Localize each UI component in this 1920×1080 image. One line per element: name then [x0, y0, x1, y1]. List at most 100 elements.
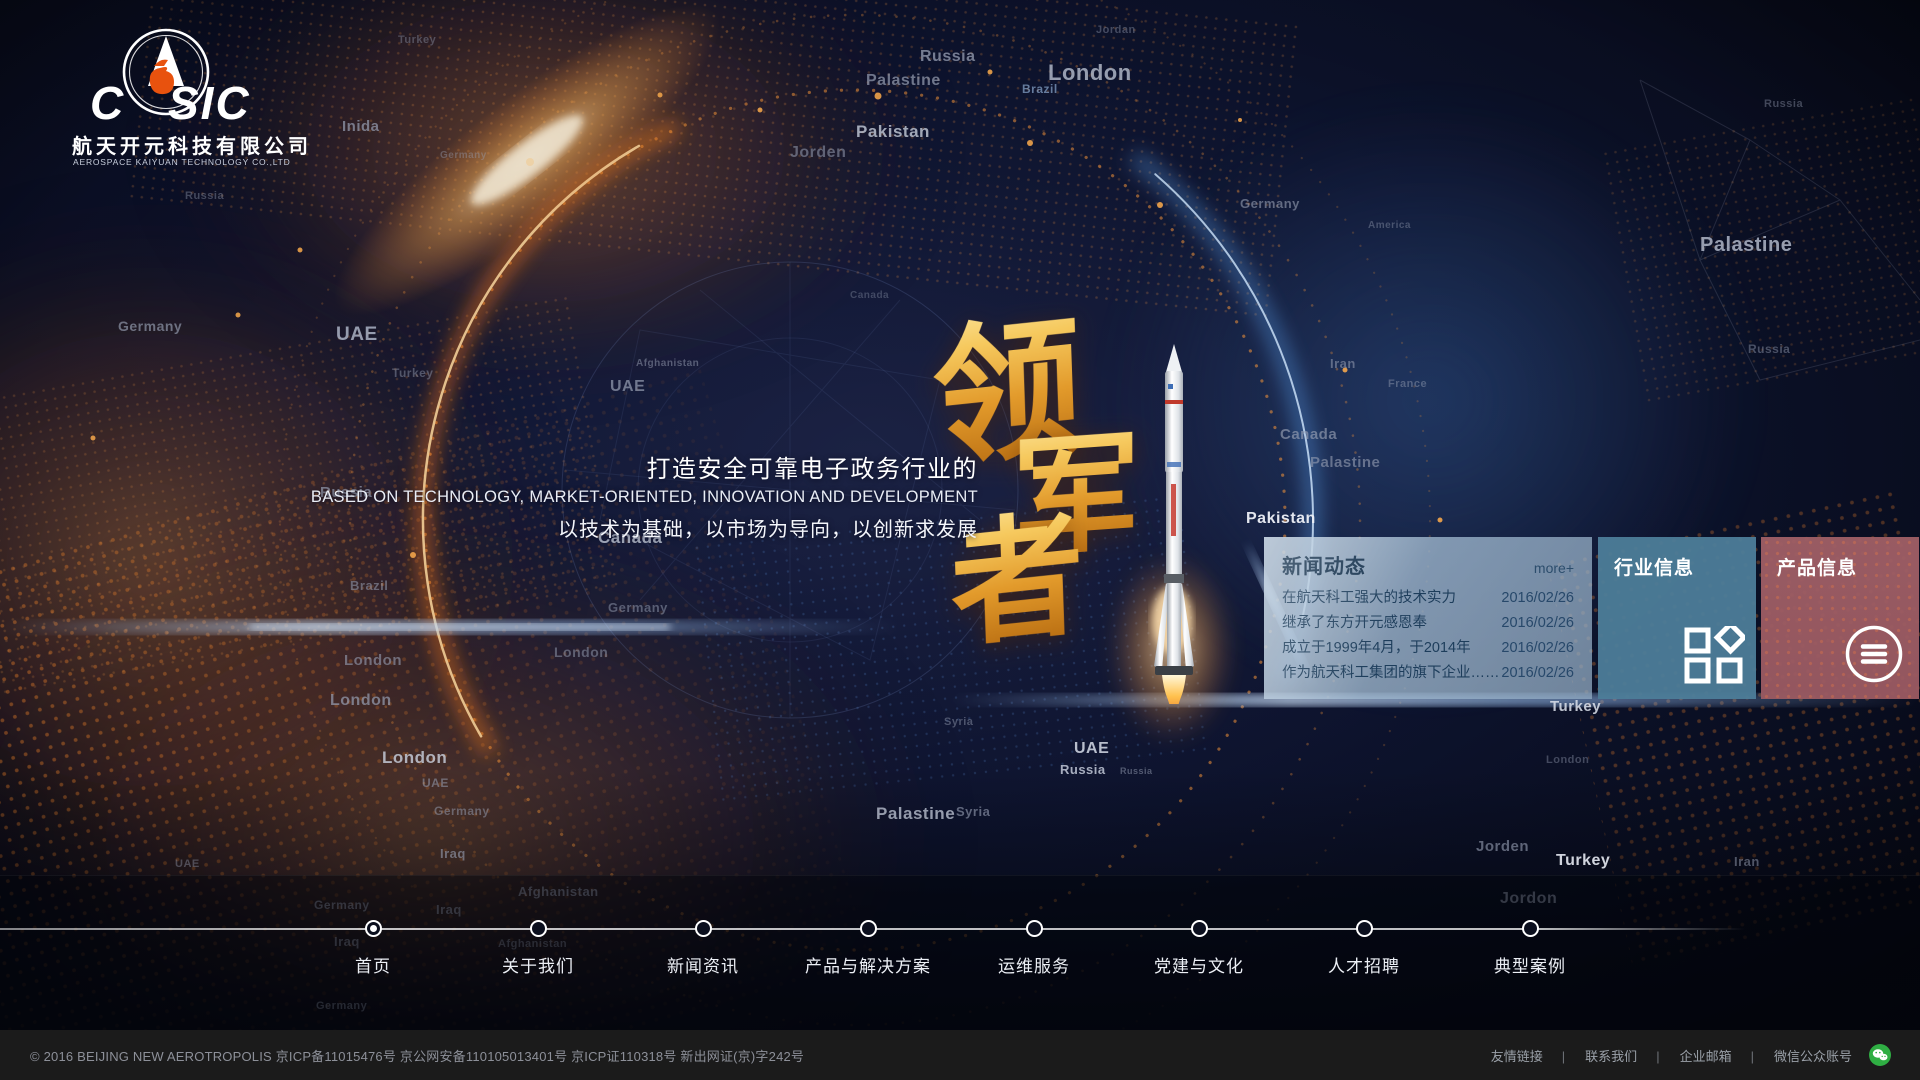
nav-item-label: 典型案例 [1494, 952, 1566, 977]
tagline-line3: 以技术为基础，以市场为导向，以创新求发展 [311, 513, 978, 542]
map-label: London [344, 652, 402, 669]
category-grid-icon [1683, 626, 1745, 686]
news-item-title: 作为航天科工集团的旗下企业…… [1282, 661, 1500, 686]
map-label: London [330, 692, 392, 710]
news-panel: 新闻动态 more+ 在航天科工强大的技术实力 2016/02/26 继承了东方… [1264, 537, 1592, 699]
news-item-date: 2016/02/26 [1501, 611, 1574, 636]
product-panel-title: 产品信息 [1777, 553, 1857, 580]
map-label: Syria [944, 716, 973, 728]
map-label: Russia [185, 190, 224, 202]
logo[interactable]: C SIC 航天开元科技有限公司 AEROSPACE KAIYUAN TECHN… [70, 18, 330, 178]
news-item-title: 继承了东方开元感恩奉 [1282, 611, 1427, 636]
nav-dot-icon[interactable] [1191, 920, 1208, 937]
nav-item-label: 关于我们 [502, 952, 574, 977]
map-label: UAE [422, 776, 449, 790]
nav-item[interactable]: 关于我们 [502, 920, 574, 977]
news-item[interactable]: 继承了东方开元感恩奉 2016/02/26 [1282, 611, 1574, 636]
nav-item-label: 首页 [355, 952, 391, 977]
map-label: Inida [342, 118, 380, 135]
hero-tagline: 打造安全可靠电子政务行业的 BASED ON TECHNOLOGY, MARKE… [311, 449, 978, 542]
tagline-line2: BASED ON TECHNOLOGY, MARKET-ORIENTED, IN… [311, 488, 978, 507]
map-label: Turkey [1556, 852, 1610, 870]
nav-dot-icon[interactable] [530, 920, 547, 937]
news-item[interactable]: 作为航天科工集团的旗下企业…… 2016/02/26 [1282, 661, 1574, 686]
copyright-text: © 2016 BEIJING NEW AEROTROPOLIS 京ICP备110… [30, 1046, 804, 1065]
map-label: Brazil [350, 578, 388, 593]
news-item[interactable]: 成立于1999年4月，于2014年 2016/02/26 [1282, 636, 1574, 661]
nav-item[interactable]: 党建与文化 [1154, 920, 1244, 977]
map-label: Germany [1240, 196, 1300, 211]
map-label: UAE [175, 858, 200, 870]
industry-panel[interactable]: 行业信息 [1598, 537, 1756, 699]
map-label: Germany [440, 150, 487, 161]
footer-link[interactable]: 联系我们 [1575, 1046, 1669, 1065]
nav-item-label: 产品与解决方案 [805, 952, 931, 977]
nav-item[interactable]: 新闻资讯 [667, 920, 739, 977]
news-panel-title: 新闻动态 [1282, 550, 1366, 579]
company-name-en: AEROSPACE KAIYUAN TECHNOLOGY CO.,LTD [73, 157, 291, 167]
nav-dot-icon[interactable] [1026, 920, 1043, 937]
footer-link[interactable]: 友情链接 [1481, 1046, 1575, 1065]
news-item-title: 成立于1999年4月，于2014年 [1282, 636, 1471, 661]
product-panel[interactable]: 产品信息 [1761, 537, 1919, 699]
map-label: Iran [1330, 356, 1356, 371]
map-label: Jordan [1096, 24, 1136, 36]
map-label: Pakistan [856, 122, 930, 142]
map-label: Germany [118, 318, 182, 334]
map-label: Palastine [1700, 234, 1792, 257]
footer-link[interactable]: 企业邮箱 [1670, 1046, 1764, 1065]
brand-letter-c: C [90, 76, 124, 130]
map-label: Russia [1060, 762, 1106, 777]
nav-item[interactable]: 首页 [355, 920, 391, 977]
bottom-navigation: 首页 关于我们 新闻资讯 产品与解决方案 [0, 875, 1920, 1030]
map-label: Russia [1120, 766, 1153, 776]
brand-letters-sic: SIC [168, 76, 251, 130]
page: Russia London Palastine Brazil Jordan Tu… [0, 0, 1920, 1080]
news-more-link[interactable]: more+ [1534, 560, 1574, 576]
map-label: America [1368, 220, 1411, 231]
map-label: London [554, 644, 608, 660]
wechat-icon[interactable] [1868, 1043, 1892, 1067]
map-label: Brazil [1022, 82, 1058, 96]
news-item-date: 2016/02/26 [1501, 586, 1574, 611]
map-label: Palastine [1310, 454, 1380, 471]
nav-dot-icon[interactable] [365, 920, 382, 937]
map-label: UAE [336, 324, 378, 346]
menu-circle-icon[interactable] [1844, 624, 1904, 684]
map-label: Turkey [1550, 698, 1601, 715]
company-name-cn: 航天开元科技有限公司 [72, 130, 312, 159]
news-list: 在航天科工强大的技术实力 2016/02/26 继承了东方开元感恩奉 2016/… [1282, 586, 1574, 686]
nav-item[interactable]: 人才招聘 [1328, 920, 1400, 977]
map-label: Jorden [790, 144, 846, 162]
nav-item-label: 人才招聘 [1328, 952, 1400, 977]
nav-item-label: 党建与文化 [1154, 952, 1244, 977]
nav-dot-icon[interactable] [695, 920, 712, 937]
nav-dot-icon[interactable] [860, 920, 877, 937]
rocket-illustration [1144, 344, 1204, 704]
map-label: Iraq [440, 846, 466, 861]
nav-dot-icon[interactable] [1356, 920, 1373, 937]
map-label: Afghanistan [636, 358, 699, 369]
map-label: Canada [850, 290, 889, 301]
map-label: Pakistan [1246, 510, 1316, 528]
map-label: Germany [434, 804, 490, 818]
map-label: Turkey [398, 34, 436, 46]
map-label: Iran [1734, 854, 1760, 869]
news-item-date: 2016/02/26 [1501, 636, 1574, 661]
news-item-date: 2016/02/26 [1501, 661, 1574, 686]
map-label: Germany [608, 600, 668, 615]
map-label: London [1048, 60, 1132, 86]
footer-link[interactable]: 微信公众账号 [1764, 1046, 1862, 1065]
map-label: Turkey [392, 366, 433, 380]
info-panels: 新闻动态 more+ 在航天科工强大的技术实力 2016/02/26 继承了东方… [1264, 537, 1919, 699]
tagline-line1: 打造安全可靠电子政务行业的 [311, 449, 978, 484]
map-label: Canada [1280, 426, 1337, 443]
nav-item[interactable]: 运维服务 [998, 920, 1070, 977]
map-label: Jorden [1476, 838, 1529, 855]
nav-item[interactable]: 产品与解决方案 [805, 920, 931, 977]
map-label: UAE [610, 378, 645, 396]
nav-dot-icon[interactable] [1522, 920, 1539, 937]
industry-panel-title: 行业信息 [1614, 553, 1694, 580]
news-item[interactable]: 在航天科工强大的技术实力 2016/02/26 [1282, 586, 1574, 611]
nav-item[interactable]: 典型案例 [1494, 920, 1566, 977]
